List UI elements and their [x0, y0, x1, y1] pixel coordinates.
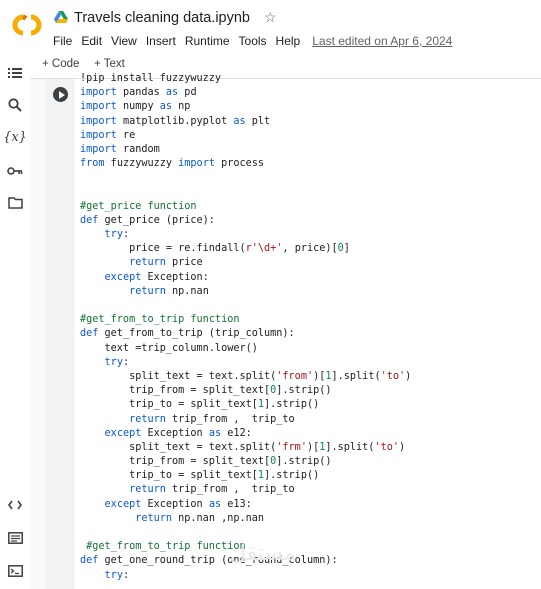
code-line[interactable]: import matplotlib.pyplot as plt — [80, 115, 535, 129]
notebook-title[interactable]: Travels cleaning data.ipynb — [74, 10, 250, 26]
menu-edit[interactable]: Edit — [81, 34, 102, 48]
code-line[interactable]: split_text = text.split('frm')[1].split(… — [80, 441, 535, 455]
code-line[interactable]: split_text = text.split('from')[1].split… — [80, 370, 535, 384]
add-code-cell-button[interactable]: + Code — [42, 58, 79, 70]
code-line[interactable]: try: — [80, 356, 535, 370]
code-line[interactable]: price = re.findall(r'\d+', price)[0] — [80, 242, 535, 256]
code-line[interactable]: return np.nan — [80, 285, 535, 299]
top-bar: Travels cleaning data.ipynb ☆ File Edit … — [0, 0, 541, 56]
star-icon[interactable]: ☆ — [264, 9, 277, 26]
table-of-contents-icon[interactable] — [6, 64, 24, 82]
left-sidebar: {x} — [0, 56, 30, 589]
menu-insert[interactable]: Insert — [146, 34, 176, 48]
terminal-icon[interactable] — [6, 562, 24, 580]
add-text-cell-button[interactable]: + Text — [94, 58, 125, 70]
code-line[interactable]: #get_from_to_trip function — [80, 313, 535, 327]
notebook-title-area: Travels cleaning data.ipynb ☆ — [54, 9, 277, 26]
search-icon[interactable] — [6, 96, 24, 114]
watermark: مستقل — [230, 541, 296, 566]
code-line[interactable]: return price — [80, 256, 535, 270]
code-line[interactable]: import re — [80, 129, 535, 143]
code-line[interactable]: import pandas as pd — [80, 86, 535, 100]
code-line[interactable]: trip_to = split_text[1].strip() — [80, 398, 535, 412]
code-line[interactable]: from fuzzywuzzy import process — [80, 157, 535, 171]
code-line[interactable] — [80, 186, 535, 200]
code-line[interactable]: try: — [80, 228, 535, 242]
code-editor[interactable]: !pip install fuzzywuzzy import pandas as … — [80, 72, 535, 589]
secrets-key-icon[interactable] — [6, 162, 24, 180]
code-line[interactable]: try: — [80, 569, 535, 583]
cell-gutter — [45, 79, 75, 589]
code-line[interactable]: except Exception as e12: — [80, 427, 535, 441]
menu-tools[interactable]: Tools — [239, 34, 267, 48]
last-edited-link[interactable]: Last edited on Apr 6, 2024 — [312, 34, 452, 48]
code-line[interactable]: except Exception: — [80, 271, 535, 285]
code-snippets-icon[interactable] — [6, 496, 24, 514]
code-line[interactable]: return np.nan ,np.nan — [80, 512, 535, 526]
code-line[interactable]: except Exception as e13: — [80, 498, 535, 512]
code-line[interactable]: import numpy as np — [80, 100, 535, 114]
code-line[interactable] — [80, 526, 535, 540]
code-line[interactable] — [80, 171, 535, 185]
code-line[interactable]: return trip_from , trip_to — [80, 413, 535, 427]
code-line[interactable]: def get_from_to_trip (trip_column): — [80, 327, 535, 341]
menu-bar: File Edit View Insert Runtime Tools Help… — [53, 34, 461, 48]
variables-icon[interactable]: {x} — [3, 128, 27, 146]
code-line[interactable]: #get_price function — [80, 200, 535, 214]
files-folder-icon[interactable] — [6, 194, 24, 212]
code-line[interactable]: !pip install fuzzywuzzy — [80, 72, 535, 86]
code-line[interactable]: trip_from = split_text[0].strip() — [80, 455, 535, 469]
code-line[interactable]: def get_one_round_trip (one_round_column… — [80, 554, 535, 568]
command-palette-icon[interactable] — [6, 529, 24, 547]
code-line[interactable]: return trip_from , trip_to — [80, 483, 535, 497]
menu-view[interactable]: View — [111, 34, 137, 48]
code-line[interactable]: import random — [80, 143, 535, 157]
code-line[interactable]: text =trip_column.lower() — [80, 342, 535, 356]
code-line[interactable]: #get_from_to_trip function — [80, 540, 535, 554]
google-drive-icon[interactable] — [54, 11, 68, 24]
code-line[interactable]: trip_to = split_text[1].strip() — [80, 469, 535, 483]
run-cell-button[interactable] — [53, 87, 68, 102]
menu-file[interactable]: File — [53, 34, 72, 48]
code-line[interactable]: trip_from = split_text[0].strip() — [80, 384, 535, 398]
colab-logo[interactable] — [10, 12, 44, 38]
code-line[interactable]: def get_price (price): — [80, 214, 535, 228]
menu-runtime[interactable]: Runtime — [185, 34, 230, 48]
menu-help[interactable]: Help — [276, 34, 301, 48]
code-line[interactable] — [80, 299, 535, 313]
